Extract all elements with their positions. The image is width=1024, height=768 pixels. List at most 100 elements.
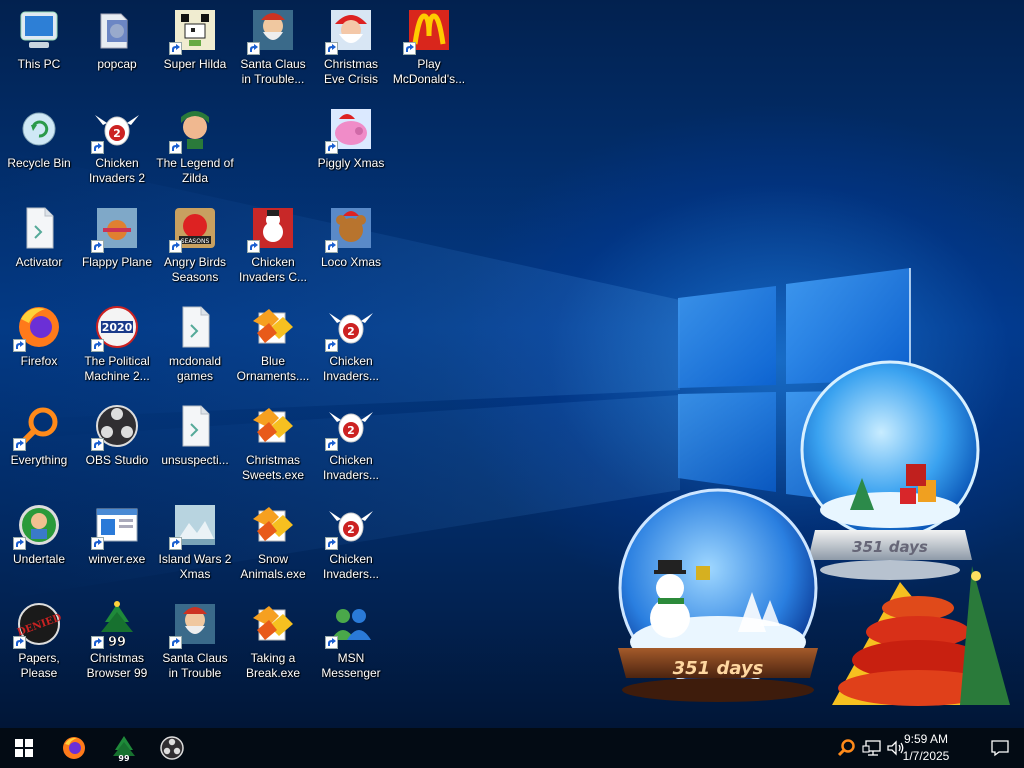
desktop-icon-label: The Legend of Zilda <box>156 156 234 185</box>
right-globe-days-label: 351 days <box>852 538 928 556</box>
desktop-icon-msn-messenger[interactable]: MSN Messenger <box>312 594 390 686</box>
shortcut-arrow-icon <box>91 141 104 154</box>
folder-icon <box>93 6 141 54</box>
santa-icon <box>169 600 219 649</box>
puzzle-exe-icon <box>249 402 297 450</box>
shortcut-arrow-icon <box>91 537 104 550</box>
shortcut-arrow-icon <box>403 42 416 55</box>
desktop-icon-loco-xmas[interactable]: Loco Xmas <box>312 198 390 290</box>
windows-start-icon <box>15 739 33 757</box>
desktop-icon-blue-ornaments[interactable]: Blue Ornaments.... <box>234 297 312 389</box>
file-icon <box>171 303 219 351</box>
shortcut-arrow-icon <box>13 438 26 451</box>
desktop-icon-everything[interactable]: Everything <box>0 396 78 488</box>
desktop-icon-papers-please[interactable]: DENIED Papers, Please <box>0 594 78 686</box>
desktop-icon-christmas-sweets-exe[interactable]: Christmas Sweets.exe <box>234 396 312 488</box>
chicken-icon: 2 <box>91 105 141 154</box>
desktop-icon-label: The Political Machine 2... <box>84 354 150 383</box>
desktop-icon-label: Activator <box>15 255 63 269</box>
desktop-icon-label: Super Hilda <box>163 57 227 71</box>
desktop-icon-mcdonald-games[interactable]: mcdonald games <box>156 297 234 389</box>
political-machine-icon: 2020 <box>91 303 141 352</box>
shortcut-arrow-icon <box>325 537 338 550</box>
taskbar: 99 9:59 AM 1/7/2025 <box>0 728 1024 768</box>
undertale-icon <box>13 501 63 550</box>
right-snow-globe[interactable]: 351 days <box>800 360 980 580</box>
desktop-icon-the-legend-of-zilda[interactable]: The Legend of Zilda <box>156 99 234 191</box>
file-icon <box>15 204 63 252</box>
desktop-icon-popcap[interactable]: popcap <box>78 0 156 92</box>
desktop-icon-winver-exe[interactable]: winver.exe <box>78 495 156 587</box>
taskbar-firefox-button[interactable] <box>50 728 98 768</box>
puzzle-exe-icon <box>249 600 297 648</box>
taskbar-obs-button[interactable] <box>148 728 196 768</box>
desktop-icon-piggly-xmas[interactable]: Piggly Xmas <box>312 99 390 191</box>
desktop-icon-this-pc[interactable]: This PC <box>0 0 78 92</box>
shortcut-arrow-icon <box>325 636 338 649</box>
desktop-icon-label: Taking a Break.exe <box>245 651 301 680</box>
desktop-icon-chicken-invaders-c[interactable]: Chicken Invaders C... <box>234 198 312 290</box>
desktop-icon-play-mcdonald-s[interactable]: Play McDonald's... <box>390 0 468 92</box>
svg-text:2: 2 <box>113 127 121 140</box>
desktop-icon-label: Flappy Plane <box>81 255 153 269</box>
this-pc-icon <box>15 6 63 54</box>
desktop-icon-label: Angry Birds Seasons <box>163 255 227 284</box>
desktop-icon-undertale[interactable]: Undertale <box>0 495 78 587</box>
desktop-icon-snow-animals-exe[interactable]: Snow Animals.exe <box>234 495 312 587</box>
desktop-icon-activator[interactable]: Activator <box>0 198 78 290</box>
pixel-dog-icon <box>169 6 219 55</box>
notification-center-button[interactable] <box>976 728 1024 768</box>
desktop-icon-obs-studio[interactable]: OBS Studio <box>78 396 156 488</box>
plane-icon <box>91 204 141 253</box>
tray-everything-button[interactable] <box>836 738 856 758</box>
desktop-icon-label: Snow Animals.exe <box>240 552 306 581</box>
shortcut-arrow-icon <box>91 339 104 352</box>
file-icon <box>171 402 219 450</box>
clock-time: 9:59 AM <box>903 732 949 746</box>
shortcut-arrow-icon <box>325 42 338 55</box>
obs-icon <box>160 736 184 760</box>
desktop-icon-flappy-plane[interactable]: Flappy Plane <box>78 198 156 290</box>
desktop-icon-label: Chicken Invaders C... <box>238 255 308 284</box>
desktop-icon-label: Undertale <box>12 552 66 566</box>
desktop-icon-label: OBS Studio <box>85 453 149 467</box>
taskbar-christmas-browser-button[interactable]: 99 <box>100 728 148 768</box>
shortcut-arrow-icon <box>169 240 182 253</box>
desktop-icon-recycle-bin[interactable]: Recycle Bin <box>0 99 78 191</box>
left-snow-globe[interactable]: 351 days <box>618 488 818 702</box>
desktop-icon-santa-claus-in-trouble[interactable]: Santa Claus in Trouble <box>156 594 234 686</box>
desktop-icon-christmas-eve-crisis[interactable]: Christmas Eve Crisis <box>312 0 390 92</box>
papers-please-icon: DENIED <box>13 600 63 649</box>
desktop-icon-santa-claus-in-trouble-a[interactable]: Santa Claus in Trouble... A... <box>234 0 312 92</box>
desktop-icon-taking-a-break-exe[interactable]: Taking a Break.exe <box>234 594 312 686</box>
shortcut-arrow-icon <box>325 339 338 352</box>
svg-text:SEASONS: SEASONS <box>181 238 210 245</box>
island-icon <box>169 501 219 550</box>
desktop-icon-firefox[interactable]: Firefox <box>0 297 78 389</box>
desktop-icon-label: Loco Xmas <box>320 255 382 269</box>
everything-icon <box>837 739 855 757</box>
taskbar-clock[interactable]: 9:59 AM 1/7/2025 <box>890 731 962 765</box>
desktop-icon-the-political-machine-2[interactable]: 2020 The Political Machine 2... <box>78 297 156 389</box>
desktop-icon-chicken-invaders[interactable]: 2 Chicken Invaders... <box>312 495 390 587</box>
shortcut-arrow-icon <box>169 636 182 649</box>
desktop-icon-chicken-invaders[interactable]: 2 Chicken Invaders... <box>312 297 390 389</box>
desktop-icon-unsuspecti[interactable]: unsuspecti... <box>156 396 234 488</box>
network-icon <box>862 740 881 756</box>
desktop-icon-label: Papers, Please <box>18 651 60 680</box>
desktop-icon-label: Recycle Bin <box>7 156 71 170</box>
start-button[interactable] <box>0 728 48 768</box>
shortcut-arrow-icon <box>91 438 104 451</box>
desktop-icon-label: popcap <box>97 57 137 71</box>
desktop-icon-christmas-browser-99[interactable]: 99 Christmas Browser 99 <box>78 594 156 686</box>
chicken-icon: 2 <box>325 303 375 352</box>
tray-network-button[interactable] <box>862 738 882 758</box>
mcdonalds-icon <box>403 6 453 55</box>
desktop-icon-island-wars-2-xmas[interactable]: Island Wars 2 Xmas <box>156 495 234 587</box>
desktop-icon-label: MSN Messenger <box>321 651 381 680</box>
desktop-icon-chicken-invaders[interactable]: 2 Chicken Invaders... <box>312 396 390 488</box>
desktop-icon-label: Chicken Invaders... <box>322 552 380 581</box>
desktop-icon-chicken-invaders-2[interactable]: 2 Chicken Invaders 2 <box>78 99 156 191</box>
desktop-icon-super-hilda[interactable]: Super Hilda <box>156 0 234 92</box>
desktop-icon-angry-birds-seasons[interactable]: SEASONS Angry Birds Seasons <box>156 198 234 290</box>
